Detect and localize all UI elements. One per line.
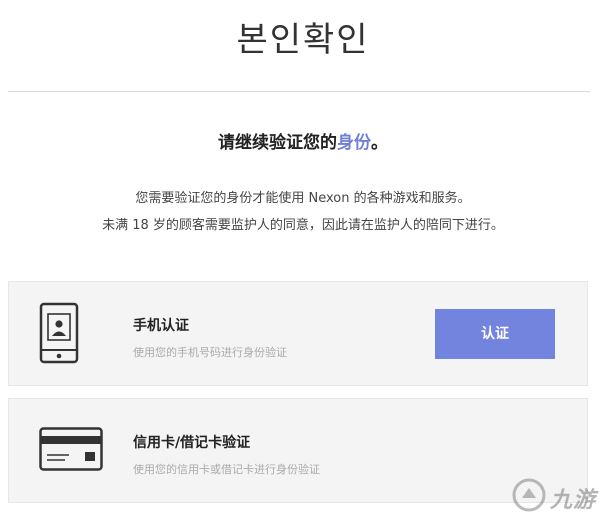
heading-accent: 身份 (337, 133, 371, 153)
verification-heading: 请继续验证您的身份。 (0, 131, 606, 155)
heading-suffix: 。 (371, 133, 388, 153)
phone-verify-button[interactable]: 认证 (435, 309, 555, 359)
watermark-logo-icon (510, 476, 548, 517)
description-line-1: 您需要验证您的身份才能使用 Nexon 的各种游戏和服务。 (135, 191, 471, 206)
credit-card-verification-card[interactable]: 信用卡/借记卡验证 使用您的信用卡或借记卡进行身份验证 (8, 398, 588, 503)
phone-verification-title: 手机认证 (133, 318, 189, 334)
watermark: 九游 (510, 476, 606, 516)
credit-card-verification-title: 信用卡/借记卡验证 (133, 435, 251, 451)
page-title: 본인확인 (236, 20, 370, 60)
phone-icon (39, 302, 79, 368)
phone-verification-card[interactable]: 手机认证 使用您的手机号码进行身份验证 认证 (8, 281, 588, 386)
credit-card-verification-subtitle: 使用您的信用卡或借记卡进行身份验证 (133, 463, 320, 476)
identity-verification-page: 본인확인 请继续验证您的身份。 您需要验证您的身份才能使用 Nexon 的各种游… (0, 0, 606, 517)
header: 본인확인 (0, 0, 606, 90)
description-line-2: 未满 18 岁的顾客需要监护人的同意，因此请在监护人的陪同下进行。 (102, 218, 504, 233)
credit-card-icon (39, 427, 103, 475)
heading-prefix: 请继续验证您的 (218, 133, 337, 153)
watermark-text: 九游 (550, 488, 597, 513)
phone-verification-subtitle: 使用您的手机号码进行身份验证 (133, 346, 287, 359)
header-divider (8, 91, 590, 92)
